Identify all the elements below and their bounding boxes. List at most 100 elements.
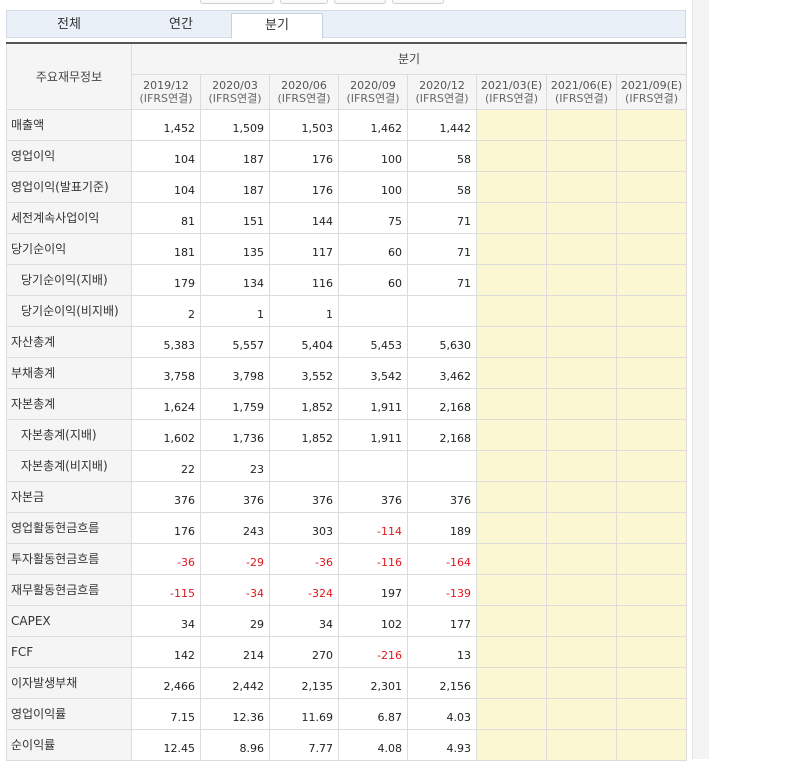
value-cell: 117 [269,232,339,265]
value-cell: 22 [131,449,201,482]
table-row: 영업이익률 7.15 12.36 11.69 6.87 4.03 [6,697,688,730]
table-row: 순이익률 12.45 8.96 7.77 4.08 4.93 [6,728,688,761]
estimate-cell [476,728,547,761]
accounting-basis-label: (IFRS연결) [277,91,331,105]
value-cell: 1,452 [131,108,201,141]
value-cell: 58 [407,139,477,172]
period-label: 2019/12 [143,78,189,92]
estimate-cell [546,635,617,668]
top-toolbar-remnant [0,0,690,6]
value-cell: 376 [131,480,201,513]
financial-highlights-table: 주요재무정보 분기 2019/12 (IFRS연결) 2020/03 (IFRS연결)… [6,42,688,761]
accounting-basis-label: (IFRS연결) [484,91,539,105]
estimate-cell [546,728,617,761]
estimate-cell [546,449,617,482]
estimate-cell [476,201,547,234]
row-label: 재무활동현금흐름 [6,573,132,606]
value-cell: 6.87 [338,697,408,730]
estimate-cell [615,511,688,544]
estimate-cell [615,294,688,327]
tab-quarterly[interactable]: 분기 [231,13,323,39]
value-cell: 60 [338,263,408,296]
value-cell: 1,759 [200,387,270,420]
toolbar-control[interactable] [392,0,444,4]
accounting-basis-label: (IFRS연결) [625,91,679,105]
value-cell: 23 [200,449,270,482]
value-cell: 187 [200,170,270,203]
value-cell: 71 [407,263,477,296]
estimate-cell [615,604,688,637]
value-cell: 12.45 [131,728,201,761]
value-cell: 181 [131,232,201,265]
estimate-cell [615,573,688,606]
value-cell: 104 [131,170,201,203]
estimate-cell [615,542,688,575]
estimate-cell [546,480,617,513]
value-cell: 1,911 [338,418,408,451]
estimate-cell [476,325,547,358]
value-cell: 102 [338,604,408,637]
table-row: FCF 142 214 270 -216 13 [6,635,688,668]
value-cell: 4.93 [407,728,477,761]
toolbar-control[interactable] [200,0,274,4]
value-cell: -36 [131,542,201,575]
value-cell: 5,404 [269,325,339,358]
table-row: 세전계속사업이익 81 151 144 75 71 [6,201,688,234]
estimate-cell [615,263,688,296]
value-cell: 100 [338,170,408,203]
row-label: 자산총계 [6,325,132,358]
value-cell: 5,453 [338,325,408,358]
estimate-cell [615,697,688,730]
tab-all[interactable]: 전체 [7,11,131,38]
value-cell: 2,135 [269,666,339,699]
value-cell: 7.77 [269,728,339,761]
value-cell: 5,557 [200,325,270,358]
period-label: 2020/03 [212,78,258,92]
tab-annual[interactable]: 연간 [131,11,231,38]
estimate-cell [546,542,617,575]
value-cell: 134 [200,263,270,296]
value-cell: 270 [269,635,339,668]
value-cell: 1,442 [407,108,477,141]
estimate-cell [476,449,547,482]
estimate-cell [546,139,617,172]
value-cell: 1,624 [131,387,201,420]
accounting-basis-label: (IFRS연결) [139,91,193,105]
value-cell: 1,509 [200,108,270,141]
toolbar-control[interactable] [334,0,386,4]
value-cell: -114 [338,511,408,544]
row-label: 순이익률 [6,728,132,761]
period-label: 2021/09(E) [620,78,683,92]
estimate-cell [476,666,547,699]
value-cell: -324 [269,573,339,606]
row-label: 영업이익 [6,139,132,172]
estimate-cell [476,604,547,637]
table-row: 당기순이익(지배) 179 134 116 60 71 [6,263,688,296]
toolbar-control[interactable] [280,0,328,4]
value-cell: -36 [269,542,339,575]
row-label: 영업활동현금흐름 [6,511,132,544]
accounting-basis-label: (IFRS연결) [346,91,400,105]
value-cell: 243 [200,511,270,544]
value-cell: 144 [269,201,339,234]
label-column-header: 주요재무정보 [6,42,132,110]
estimate-cell [476,387,547,420]
estimate-cell [476,635,547,668]
period-tab-bar: 전체 연간 분기 [6,10,686,39]
value-cell [338,294,408,327]
accounting-basis-label: (IFRS연결) [415,91,469,105]
table-row: 투자활동현금흐름 -36 -29 -36 -116 -164 [6,542,688,575]
period-column-header: 2020/03 (IFRS연결) [200,73,270,110]
estimate-cell [615,449,688,482]
table-row: 자본금 376 376 376 376 376 [6,480,688,513]
value-cell: 116 [269,263,339,296]
period-label: 2020/06 [281,78,327,92]
table-row: 부채총계 3,758 3,798 3,552 3,542 3,462 [6,356,688,389]
value-cell: 376 [269,480,339,513]
estimate-cell [615,108,688,141]
estimate-cell [546,294,617,327]
value-cell: 100 [338,139,408,172]
period-column-header: 2020/06 (IFRS연결) [269,73,339,110]
estimate-cell [546,325,617,358]
value-cell: -115 [131,573,201,606]
